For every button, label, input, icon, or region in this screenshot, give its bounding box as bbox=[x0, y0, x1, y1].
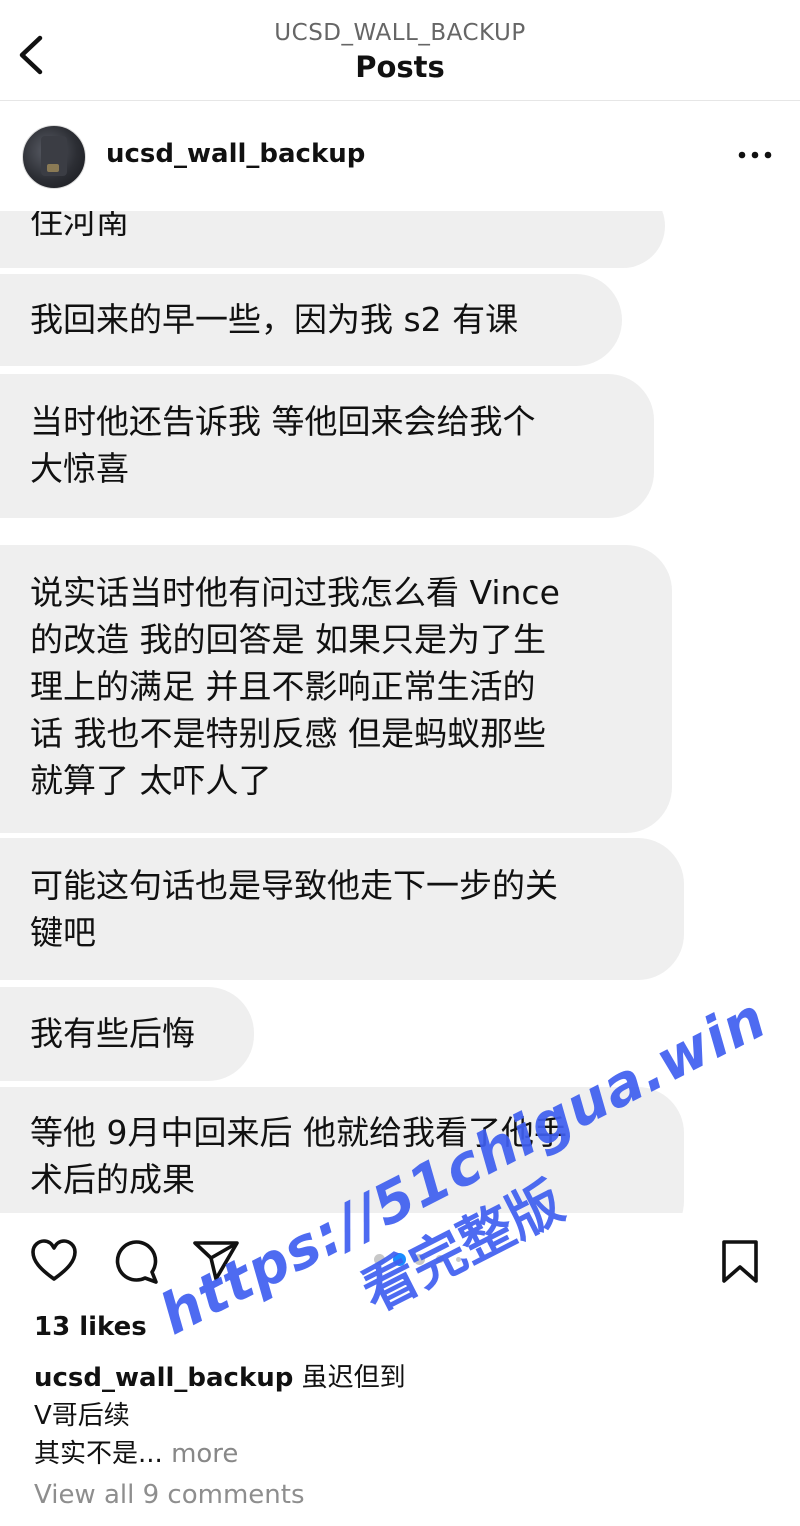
share-button[interactable] bbox=[192, 1239, 240, 1287]
heart-icon bbox=[31, 1239, 77, 1281]
carousel-indicator bbox=[370, 1251, 470, 1267]
chat-bubble: 当时他还告诉我 等他回来会给我个 大惊喜 bbox=[0, 374, 654, 518]
caption-text-truncated: 其实不是... more bbox=[34, 1433, 238, 1470]
post-header: ucsd_wall_backup bbox=[0, 101, 800, 211]
avatar[interactable] bbox=[22, 125, 86, 189]
more-horizontal-icon bbox=[738, 151, 772, 159]
carousel-dot bbox=[456, 1257, 461, 1262]
chat-bubble: 说实话当时他有问过我怎么看 Vince 的改造 我的回答是 如果只是为了生 理上… bbox=[0, 545, 672, 833]
account-handle: UCSD_WALL_BACKUP bbox=[274, 20, 526, 46]
bookmark-icon bbox=[722, 1240, 758, 1283]
page-title: Posts bbox=[355, 50, 445, 84]
caption-text: 虽迟但到 bbox=[301, 1363, 406, 1393]
view-comments-link[interactable]: View all 9 comments bbox=[34, 1480, 305, 1510]
caption-text: V哥后续 bbox=[34, 1401, 130, 1431]
likes-count[interactable]: 13 likes bbox=[34, 1312, 147, 1342]
carousel-dot bbox=[374, 1254, 385, 1265]
caption-text: 其实不是... bbox=[34, 1439, 163, 1469]
save-button[interactable] bbox=[720, 1239, 760, 1289]
chat-bubble: 住河南 bbox=[0, 211, 665, 268]
chat-bubble: 等他 9月中回来后 他就给我看了他手 术后的成果 bbox=[0, 1087, 684, 1213]
comment-button[interactable] bbox=[112, 1238, 160, 1290]
top-navigation-bar: UCSD_WALL_BACKUP Posts bbox=[0, 0, 800, 101]
caption-username[interactable]: ucsd_wall_backup bbox=[34, 1363, 293, 1393]
comment-icon bbox=[115, 1240, 158, 1284]
post-username[interactable]: ucsd_wall_backup bbox=[106, 139, 365, 169]
chat-bubble: 我有些后悔 bbox=[0, 987, 254, 1081]
like-button[interactable] bbox=[30, 1239, 78, 1287]
post-image-chat: 住河南 我回来的早一些，因为我 s2 有课 当时他还告诉我 等他回来会给我个 大… bbox=[0, 211, 800, 1213]
chat-bubble: 我回来的早一些，因为我 s2 有课 bbox=[0, 274, 622, 366]
chat-bubble: 可能这句话也是导致他走下一步的关 键吧 bbox=[0, 838, 684, 980]
carousel-dot bbox=[414, 1254, 425, 1265]
carousel-dot bbox=[436, 1255, 444, 1263]
send-icon bbox=[193, 1241, 239, 1281]
caption-first-line: ucsd_wall_backup 虽迟但到 bbox=[34, 1357, 406, 1394]
options-button[interactable] bbox=[736, 145, 776, 165]
carousel-dot-active bbox=[393, 1253, 406, 1266]
caption-more-link[interactable]: more bbox=[171, 1439, 238, 1469]
